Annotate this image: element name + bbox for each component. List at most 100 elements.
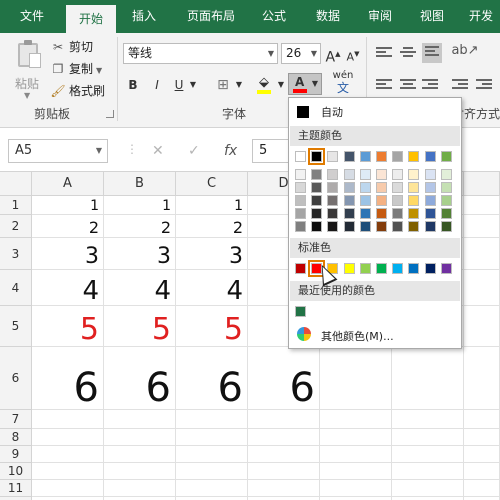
cell[interactable]: 2 bbox=[104, 215, 176, 238]
cell[interactable]: 5 bbox=[32, 306, 104, 347]
chevron-down-icon[interactable]: ▼ bbox=[188, 75, 198, 95]
tab-data[interactable]: 数据 bbox=[306, 0, 350, 33]
cell[interactable] bbox=[392, 480, 464, 497]
color-swatch[interactable] bbox=[308, 148, 326, 165]
phonetic-button[interactable]: wén 文 bbox=[330, 69, 356, 99]
increase-indent-icon[interactable] bbox=[476, 79, 492, 91]
align-middle-icon[interactable] bbox=[400, 47, 416, 59]
color-swatch[interactable] bbox=[376, 169, 387, 180]
color-swatch[interactable] bbox=[376, 151, 387, 162]
cell[interactable] bbox=[320, 429, 392, 446]
cell[interactable] bbox=[464, 347, 500, 410]
row-header[interactable]: 7 bbox=[0, 410, 32, 429]
cell[interactable] bbox=[464, 238, 500, 270]
column-header-a[interactable]: A bbox=[32, 172, 104, 196]
color-swatch[interactable] bbox=[311, 221, 323, 232]
color-swatch[interactable] bbox=[376, 263, 387, 274]
cell[interactable]: 3 bbox=[32, 238, 104, 270]
column-header-c[interactable]: C bbox=[176, 172, 248, 196]
color-swatch[interactable] bbox=[392, 221, 404, 232]
color-swatch[interactable] bbox=[343, 221, 355, 232]
color-swatch[interactable] bbox=[295, 169, 306, 180]
cell[interactable] bbox=[464, 480, 500, 497]
color-swatch[interactable] bbox=[295, 151, 306, 162]
cell[interactable] bbox=[32, 463, 104, 480]
color-swatch[interactable] bbox=[408, 169, 420, 180]
select-all-corner[interactable] bbox=[0, 172, 32, 196]
row-header[interactable]: 10 bbox=[0, 463, 32, 480]
color-swatch[interactable] bbox=[424, 169, 436, 180]
row-header[interactable]: 4 bbox=[0, 270, 32, 306]
automatic-color-option[interactable]: 自动 bbox=[289, 101, 461, 121]
cell[interactable] bbox=[320, 410, 392, 429]
cell[interactable] bbox=[176, 463, 248, 480]
cell[interactable] bbox=[32, 446, 104, 463]
color-swatch[interactable] bbox=[440, 208, 452, 219]
chevron-down-icon[interactable]: ▼ bbox=[276, 75, 286, 95]
cell[interactable]: 6 bbox=[104, 347, 176, 410]
fill-color-button[interactable]: ⬙ bbox=[254, 73, 274, 95]
color-swatch[interactable] bbox=[376, 221, 387, 232]
cell[interactable] bbox=[320, 347, 392, 410]
row-header[interactable]: 1 bbox=[0, 196, 32, 215]
cell[interactable] bbox=[392, 463, 464, 480]
color-swatch[interactable] bbox=[359, 208, 371, 219]
cell[interactable] bbox=[248, 463, 320, 480]
cell[interactable] bbox=[392, 410, 464, 429]
copy-button[interactable]: ❐ 复制 ▼ bbox=[50, 59, 103, 79]
cell[interactable] bbox=[464, 196, 500, 215]
cell[interactable] bbox=[392, 429, 464, 446]
color-swatch[interactable] bbox=[343, 182, 355, 193]
color-swatch[interactable] bbox=[295, 195, 306, 206]
cell[interactable] bbox=[320, 480, 392, 497]
color-swatch[interactable] bbox=[440, 195, 452, 206]
cell[interactable] bbox=[32, 429, 104, 446]
cell[interactable]: 5 bbox=[176, 306, 248, 347]
row-header[interactable]: 5 bbox=[0, 306, 32, 347]
cell[interactable] bbox=[248, 480, 320, 497]
shrink-font-button[interactable]: A▼ bbox=[344, 44, 362, 64]
align-right-icon[interactable] bbox=[422, 79, 438, 91]
color-swatch[interactable] bbox=[424, 151, 436, 162]
color-swatch[interactable] bbox=[424, 263, 436, 274]
cell[interactable]: 1 bbox=[32, 196, 104, 215]
tab-page-layout[interactable]: 页面布局 bbox=[178, 0, 244, 33]
align-center-icon[interactable] bbox=[400, 79, 416, 91]
cell[interactable] bbox=[104, 480, 176, 497]
color-swatch[interactable] bbox=[327, 221, 339, 232]
color-swatch[interactable] bbox=[295, 182, 306, 193]
cell[interactable] bbox=[464, 429, 500, 446]
color-swatch[interactable] bbox=[408, 263, 420, 274]
insert-function-button[interactable]: fx bbox=[224, 143, 237, 159]
color-swatch[interactable] bbox=[327, 208, 339, 219]
color-swatch[interactable] bbox=[343, 151, 355, 162]
more-colors-option[interactable]: 其他颜色(M)... bbox=[289, 324, 461, 346]
align-left-icon[interactable] bbox=[376, 79, 392, 91]
cell[interactable]: 3 bbox=[176, 238, 248, 270]
cell[interactable] bbox=[176, 446, 248, 463]
cell[interactable] bbox=[464, 463, 500, 480]
cell[interactable] bbox=[392, 446, 464, 463]
cell[interactable]: 6 bbox=[32, 347, 104, 410]
color-swatch[interactable] bbox=[424, 208, 436, 219]
cell[interactable]: 4 bbox=[32, 270, 104, 306]
tab-file[interactable]: 文件 bbox=[8, 0, 56, 33]
cut-button[interactable]: ✂ 剪切 bbox=[50, 37, 93, 57]
font-size-select[interactable]: 26 ▼ bbox=[281, 43, 321, 64]
color-swatch[interactable] bbox=[327, 151, 339, 162]
color-swatch[interactable] bbox=[359, 151, 371, 162]
orientation-button[interactable]: ab↗ bbox=[450, 41, 480, 61]
color-swatch[interactable] bbox=[376, 182, 387, 193]
color-swatch[interactable] bbox=[343, 169, 355, 180]
row-header[interactable]: 8 bbox=[0, 429, 32, 446]
color-swatch[interactable] bbox=[311, 208, 323, 219]
color-swatch[interactable] bbox=[376, 208, 387, 219]
color-swatch[interactable] bbox=[392, 208, 404, 219]
color-swatch[interactable] bbox=[392, 195, 404, 206]
color-swatch[interactable] bbox=[359, 221, 371, 232]
cell[interactable] bbox=[392, 347, 464, 410]
row-header[interactable]: 9 bbox=[0, 446, 32, 463]
color-swatch[interactable] bbox=[343, 195, 355, 206]
color-swatch[interactable] bbox=[295, 306, 306, 317]
row-header[interactable]: 11 bbox=[0, 480, 32, 497]
